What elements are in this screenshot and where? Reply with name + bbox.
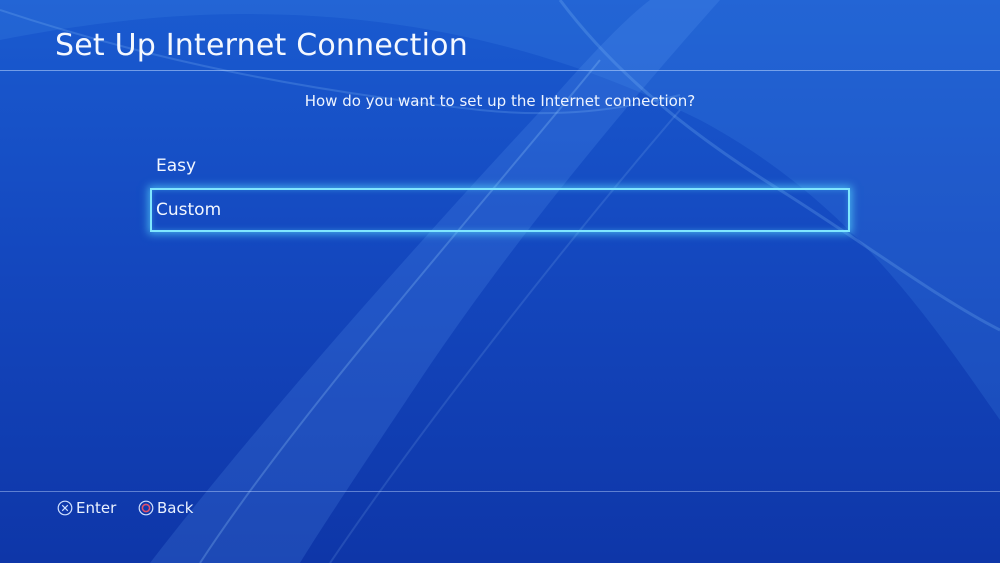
footer-divider [0,491,1000,492]
back-label: Back [157,499,194,517]
enter-label: Enter [76,499,117,517]
option-custom[interactable]: Custom [150,188,850,232]
cross-button-icon [57,500,73,516]
back-hint[interactable]: Back [138,498,193,518]
option-easy[interactable]: Easy [150,144,850,188]
circle-button-icon [138,500,154,516]
enter-hint[interactable]: Enter [57,498,116,518]
setup-question: How do you want to set up the Internet c… [304,92,696,110]
setup-internet-screen: Set Up Internet Connection How do you wa… [0,0,1000,563]
page-title: Set Up Internet Connection [55,28,468,63]
header-divider [0,70,1000,71]
background-waves [0,0,1000,563]
